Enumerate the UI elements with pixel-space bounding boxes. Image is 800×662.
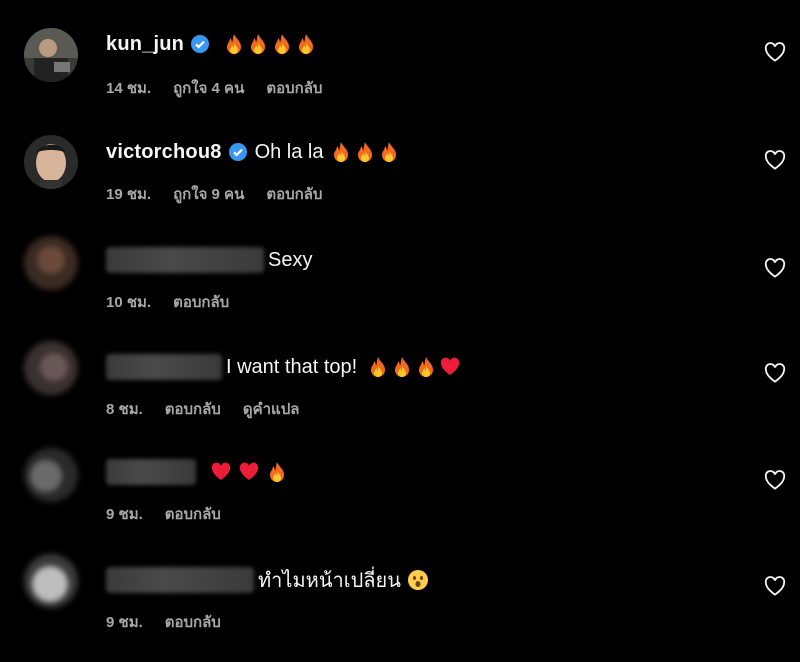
avatar[interactable] [24,554,78,608]
reply-button[interactable]: ตอบกลับ [165,610,221,634]
fire-emoji-icon [371,357,386,377]
fire-emoji-icon [381,142,396,162]
emoji-group [330,141,400,163]
fire-emoji-icon [395,357,410,377]
blurred-username[interactable] [106,247,264,273]
comment-body: victorchou8 Oh la la [106,138,400,166]
comment-meta: 9 ชม. ตอบกลับ [106,502,221,526]
timestamp[interactable]: 10 ชม. [106,290,151,314]
heart-outline-icon[interactable] [764,258,786,278]
comment-body: kun_jun [106,30,317,58]
comment-text: Sexy [268,248,313,271]
timestamp[interactable]: 8 ชม. [106,397,143,421]
blurred-username[interactable] [106,459,196,485]
comment-meta: 8 ชม. ตอบกลับ ดูคำแปล [106,397,299,421]
fire-emoji-icon [299,34,314,54]
emoji-group [223,33,317,55]
likes-count[interactable]: ถูกใจ 4 คน [173,76,244,100]
fire-emoji-icon [251,34,266,54]
comment-text: ทำไมหน้าเปลี่ยน [258,570,401,592]
comment-meta: 10 ชม. ตอบกลับ [106,290,229,314]
comment-body: ทำไมหน้าเปลี่ยน [106,566,429,594]
red-heart-emoji-icon [239,462,259,480]
fire-emoji-icon [357,142,372,162]
fire-emoji-icon [419,357,434,377]
timestamp[interactable]: 14 ชม. [106,76,151,100]
reply-button[interactable]: ตอบกลับ [165,397,221,421]
heart-outline-icon[interactable] [764,42,786,62]
reply-button[interactable]: ตอบกลับ [173,290,229,314]
reply-button[interactable]: ตอบกลับ [266,182,322,206]
blurred-username[interactable] [106,567,254,593]
heart-outline-icon[interactable] [764,470,786,490]
avatar[interactable] [24,135,78,189]
comment-text: Oh la la [254,140,324,163]
username[interactable]: victorchou8 [106,141,222,164]
red-heart-emoji-icon [211,462,231,480]
fire-emoji-icon [333,142,348,162]
timestamp[interactable]: 9 ชม. [106,610,143,634]
comment-item: Sexy 10 ชม. ตอบกลับ [0,230,800,330]
emoji-group [367,356,461,378]
comment-body: Sexy [106,246,312,274]
avatar[interactable] [24,341,78,395]
surprised-face-emoji-icon [407,570,428,590]
likes-count[interactable]: ถูกใจ 9 คน [173,182,244,206]
reply-button[interactable]: ตอบกลับ [165,502,221,526]
comment-item: I want that top! 8 ชม. ตอบกลับ ดูคำแปล [0,335,800,435]
comment-meta: 14 ชม. ถูกใจ 4 คน ตอบกลับ [106,76,322,100]
comment-item: kun_jun 14 ชม. ถูกใจ 4 คน ตอบกลับ [0,22,800,122]
avatar[interactable] [24,448,78,502]
avatar[interactable] [24,28,78,82]
comment-item: ทำไมหน้าเปลี่ยน 9 ชม. ตอบกลับ [0,546,800,646]
comment-text: I want that top! [226,355,358,378]
comment-body [106,458,288,486]
fire-emoji-icon [270,462,284,482]
heart-outline-icon[interactable] [764,363,786,383]
timestamp[interactable]: 9 ชม. [106,502,143,526]
comment-meta: 19 ชม. ถูกใจ 9 คน ตอบกลับ [106,182,322,206]
username[interactable]: kun_jun [106,33,184,56]
fire-emoji-icon [275,34,290,54]
comment-item: 9 ชม. ตอบกลับ [0,440,800,540]
translate-button[interactable]: ดูคำแปล [243,397,300,421]
verified-badge-icon [191,35,210,53]
emoji-group [407,569,429,591]
red-heart-emoji-icon [441,357,460,375]
comment-meta: 9 ชม. ตอบกลับ [106,610,221,634]
verified-badge-icon [228,143,247,161]
heart-outline-icon[interactable] [764,150,786,170]
timestamp[interactable]: 19 ชม. [106,182,151,206]
comment-body: I want that top! [106,353,461,381]
avatar[interactable] [24,236,78,290]
comment-item: victorchou8 Oh la la 19 ชม. ถูกใจ 9 คน ต… [0,130,800,230]
blurred-username[interactable] [106,354,222,380]
heart-outline-icon[interactable] [764,576,786,596]
emoji-group [210,461,288,483]
reply-button[interactable]: ตอบกลับ [266,76,322,100]
fire-emoji-icon [227,34,242,54]
